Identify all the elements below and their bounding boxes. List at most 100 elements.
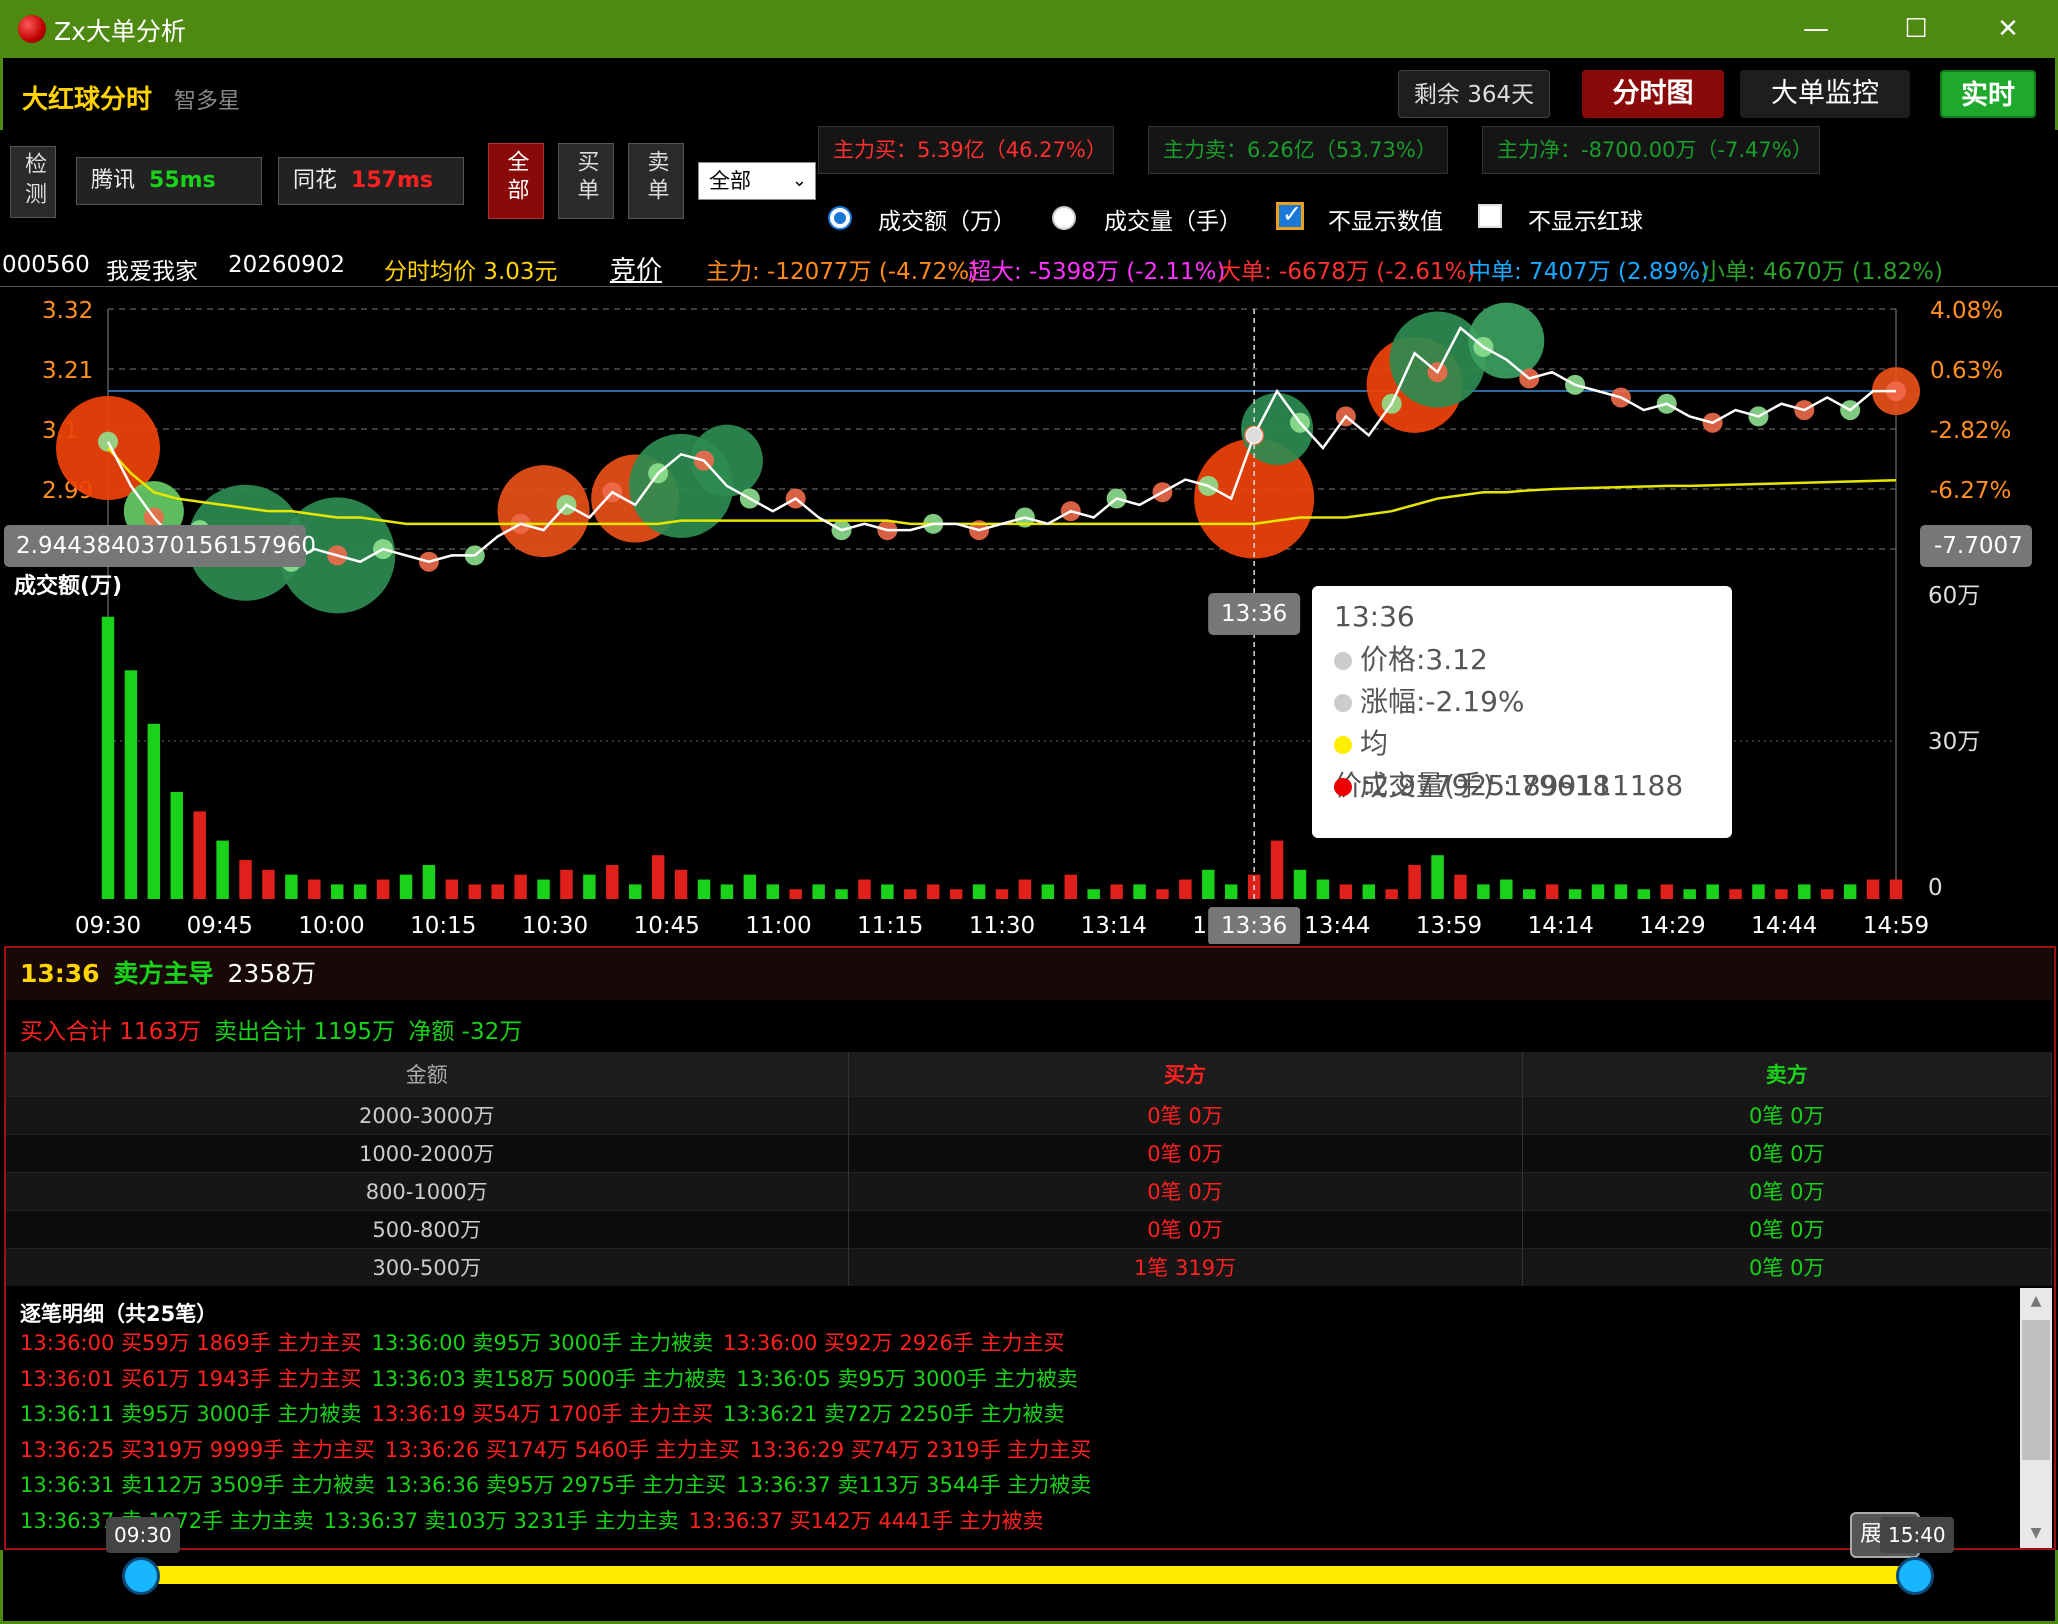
table-row: 1000-2000万 0笔 0万 0笔 0万	[6, 1133, 2052, 1172]
buy-cell: 0笔 0万	[848, 1171, 1523, 1210]
grey-dot-icon	[1334, 652, 1352, 670]
minimize-button[interactable]: —	[1794, 10, 1838, 48]
volume-bar	[1706, 884, 1719, 899]
maximize-button[interactable]: ☐	[1894, 10, 1938, 48]
detect-button[interactable]: 检测	[10, 146, 56, 218]
volume-bar	[1316, 879, 1330, 899]
trade-entry: 13:36:05 卖95万 3000手 主力被卖	[736, 1366, 1078, 1391]
x-tick-label: 14:59	[1863, 913, 1929, 939]
summary-totals: 买入合计 1163万 卖出合计 1195万 净额 -32万	[20, 1012, 522, 1046]
hide-values-label[interactable]: 不显示数值	[1328, 202, 1443, 236]
medium-flow: 中单: 7407万 (2.89%)	[1468, 259, 1709, 285]
volume-bar	[468, 884, 481, 899]
tooltip-volume: 成交量(手) : 79618	[1360, 769, 1611, 802]
trade-detail-row: 13:36:11 卖95万 3000手 主力被卖 13:36:19 买54万 17…	[20, 1397, 2020, 1433]
volume-bar	[1133, 884, 1146, 899]
col-amount: 金额	[6, 1052, 849, 1096]
tooltip-price-row: 价格:3.12	[1334, 639, 1710, 681]
slider-start-handle[interactable]	[122, 1557, 160, 1595]
intraday-chart[interactable]: 4.08%3.320.63%3.21-2.82%3.1-6.27%2.99-9.…	[0, 286, 2058, 944]
amount-range-table: 金额 买方 卖方 2000-3000万 0笔 0万 0笔 0万 1000-2000万…	[6, 1052, 2052, 1286]
range-cell: 300-500万	[6, 1247, 849, 1286]
realtime-button[interactable]: 实时	[1940, 70, 2036, 118]
tencent-label: 腾讯	[91, 168, 136, 193]
volume-bar	[1270, 840, 1284, 899]
tooltip-avg-row: 均价:2.9779251899111188	[1334, 723, 1710, 802]
sell-cell: 0笔 0万	[1522, 1171, 2052, 1210]
tab-fenshi[interactable]: 分时图	[1582, 70, 1724, 118]
volume-bar	[1064, 874, 1077, 899]
time-cursor-label: 13:36	[1221, 601, 1287, 627]
volume-bar	[1821, 889, 1834, 899]
slider-end-handle[interactable]	[1896, 1557, 1934, 1595]
net-total: 净额 -32万	[408, 1019, 523, 1045]
volume-bar	[514, 874, 527, 899]
scroll-thumb[interactable]	[2022, 1320, 2050, 1460]
remaining-days-badge[interactable]: 剩余 364天	[1398, 70, 1550, 118]
table-row: 2000-3000万 0笔 0万 0笔 0万	[6, 1095, 2052, 1134]
volume-bar	[399, 874, 413, 899]
time-range-track[interactable]	[142, 1566, 1916, 1584]
tencent-ms: 55ms	[149, 168, 216, 193]
main-buy-stat: 主力买：5.39亿（46.27%）	[818, 126, 1114, 174]
price-tick-label: 3.32	[42, 298, 93, 324]
volume-bar	[812, 884, 825, 899]
radio-amount[interactable]	[828, 206, 852, 230]
x-tick-label: 14:44	[1751, 913, 1817, 939]
bidding-link[interactable]: 竞价	[610, 250, 662, 287]
tencent-latency: 腾讯 55ms	[76, 157, 262, 205]
hide-values-checkbox[interactable]	[1276, 200, 1304, 230]
filter-buy-button[interactable]: 买单	[558, 143, 614, 219]
main-flow: 主力: -12077万 (-4.72%)	[706, 259, 979, 285]
volume-bar	[1385, 889, 1398, 899]
volume-bar	[972, 884, 986, 899]
volume-bar	[789, 889, 802, 899]
tonghua-latency: 同花 157ms	[278, 157, 464, 205]
trade-detail-list[interactable]: 13:36:00 买59万 1869手 主力主买 13:36:00 卖95万 30…	[20, 1326, 2020, 1550]
sell-cell: 0笔 0万	[1522, 1209, 2052, 1248]
scroll-up-icon[interactable]: ▲	[2020, 1288, 2052, 1314]
window-title: Zx大单分析	[54, 17, 186, 46]
scroll-down-icon[interactable]: ▼	[2020, 1520, 2052, 1546]
range-cell: 800-1000万	[6, 1171, 849, 1210]
volume-bar	[927, 884, 940, 899]
range-select[interactable]: 全部 ⌄	[698, 162, 816, 200]
volume-bar	[651, 855, 665, 899]
volume-bar	[1889, 879, 1903, 899]
radio-volume-label[interactable]: 成交量（手）	[1104, 202, 1242, 236]
trade-entry: 13:36:00 卖95万 3000手 主力被卖	[371, 1331, 714, 1355]
volume-bar	[124, 670, 138, 899]
tonghua-label: 同花	[293, 168, 338, 193]
pct-tick-label: 4.08%	[1930, 298, 2003, 324]
red-dot-icon	[1334, 778, 1352, 796]
volume-bar	[1591, 884, 1605, 899]
tab-dadan-monitor[interactable]: 大单监控	[1740, 70, 1910, 118]
trade-entry: 13:36:36 卖95万 2975手 主力主买	[384, 1473, 727, 1497]
filter-all-button[interactable]: 全部	[488, 143, 544, 219]
filter-sell-button[interactable]: 卖单	[628, 143, 684, 219]
close-button[interactable]: ✕	[1986, 10, 2030, 48]
buy-cell: 1笔 319万	[848, 1247, 1523, 1286]
volume-bar	[1752, 884, 1765, 899]
volume-bar	[285, 874, 298, 899]
volume-bar	[216, 840, 229, 899]
volume-bar	[629, 884, 642, 899]
volume-bar	[262, 869, 275, 899]
volume-bar	[353, 884, 367, 899]
radio-volume[interactable]	[1052, 206, 1076, 230]
sell-cell: 0笔 0万	[1522, 1095, 2052, 1134]
table-row: 800-1000万 0笔 0万 0笔 0万	[6, 1171, 2052, 1210]
hide-balls-checkbox[interactable]	[1478, 204, 1502, 228]
trade-entry: 13:36:01 买61万 1943手 主力主买	[20, 1366, 362, 1391]
trade-entry: 13:36:11 卖95万 3000手 主力被卖	[20, 1402, 362, 1426]
buy-cell: 0笔 0万	[848, 1133, 1523, 1172]
buy-cell: 0笔 0万	[848, 1209, 1523, 1248]
hide-balls-label[interactable]: 不显示红球	[1528, 202, 1643, 236]
volume-bar	[1202, 869, 1215, 899]
main-sell-stat: 主力卖：6.26亿（53.73%）	[1148, 126, 1448, 174]
range-cell: 1000-2000万	[6, 1133, 849, 1172]
trade-entry: 13:36:37 买142万 4441手 主力被卖	[688, 1508, 1044, 1533]
radio-amount-label[interactable]: 成交额（万）	[878, 202, 1016, 236]
volume-bar	[1637, 889, 1651, 899]
volume-bar	[445, 879, 459, 899]
